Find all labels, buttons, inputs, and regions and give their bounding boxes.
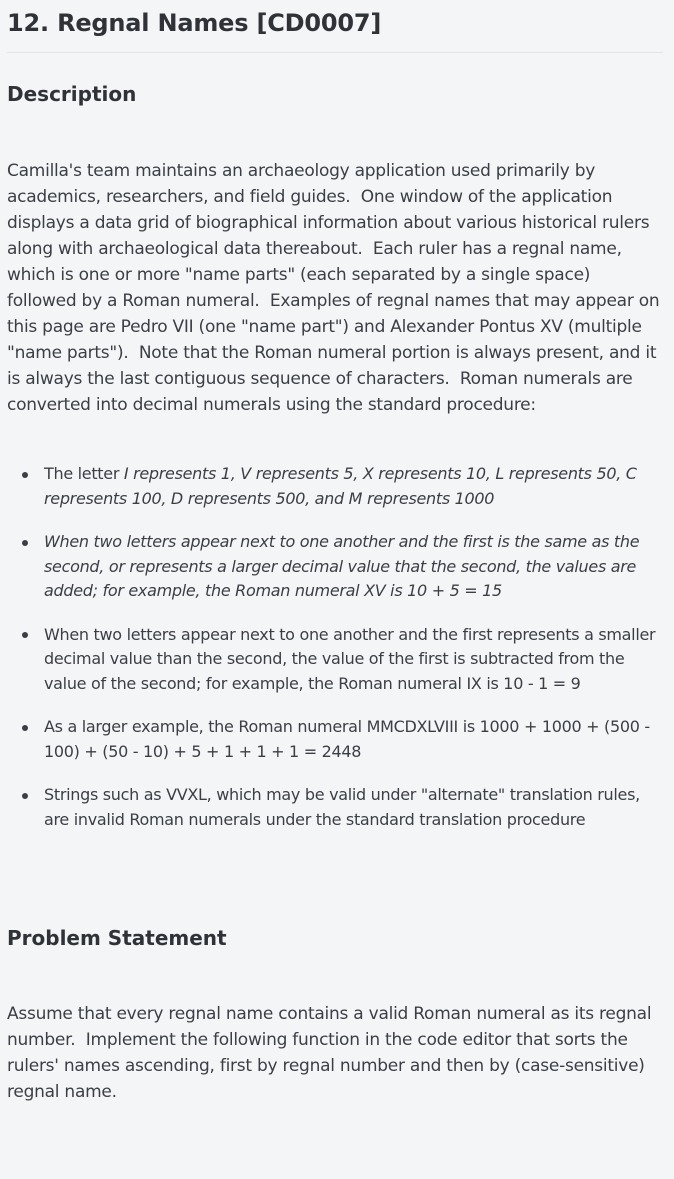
bullet-icon — [22, 632, 28, 638]
rule-item: Strings such as VVXL, which may be valid… — [7, 783, 663, 832]
rule-text: As a larger example, the Roman numeral M… — [44, 717, 650, 761]
problem-page: 12. Regnal Names [CD0007] Description Ca… — [7, 0, 663, 1105]
description-heading: Description — [7, 82, 137, 106]
page-title: 12. Regnal Names [CD0007] — [7, 9, 382, 37]
rule-text: Strings such as VVXL, which may be valid… — [44, 785, 640, 829]
rule-item: When two letters appear next to one anot… — [7, 530, 663, 604]
bullet-icon — [22, 724, 28, 731]
bullet-icon — [22, 792, 28, 799]
rule-item: As a larger example, the Roman numeral M… — [7, 715, 663, 764]
title-divider — [7, 52, 663, 53]
rule-text: The letter — [44, 464, 124, 483]
rule-item: When two letters appear next to one anot… — [7, 623, 663, 697]
rule-text: When two letters appear next to one anot… — [44, 624, 656, 693]
rule-text-italic: I represents 1, V represents 5, X repres… — [44, 464, 637, 508]
roman-rules-list: The letter I represents 1, V represents … — [7, 462, 663, 832]
description-paragraph: Camilla's team maintains an archaeology … — [7, 161, 665, 415]
rule-text-italic: When two letters appear next to one anot… — [44, 532, 640, 600]
bullet-icon — [22, 471, 28, 478]
bullet-icon — [22, 539, 28, 546]
rule-item: The letter I represents 1, V represents … — [7, 462, 663, 511]
problem-statement-paragraph: Assume that every regnal name contains a… — [7, 1004, 657, 1102]
problem-statement-heading: Problem Statement — [7, 926, 227, 950]
